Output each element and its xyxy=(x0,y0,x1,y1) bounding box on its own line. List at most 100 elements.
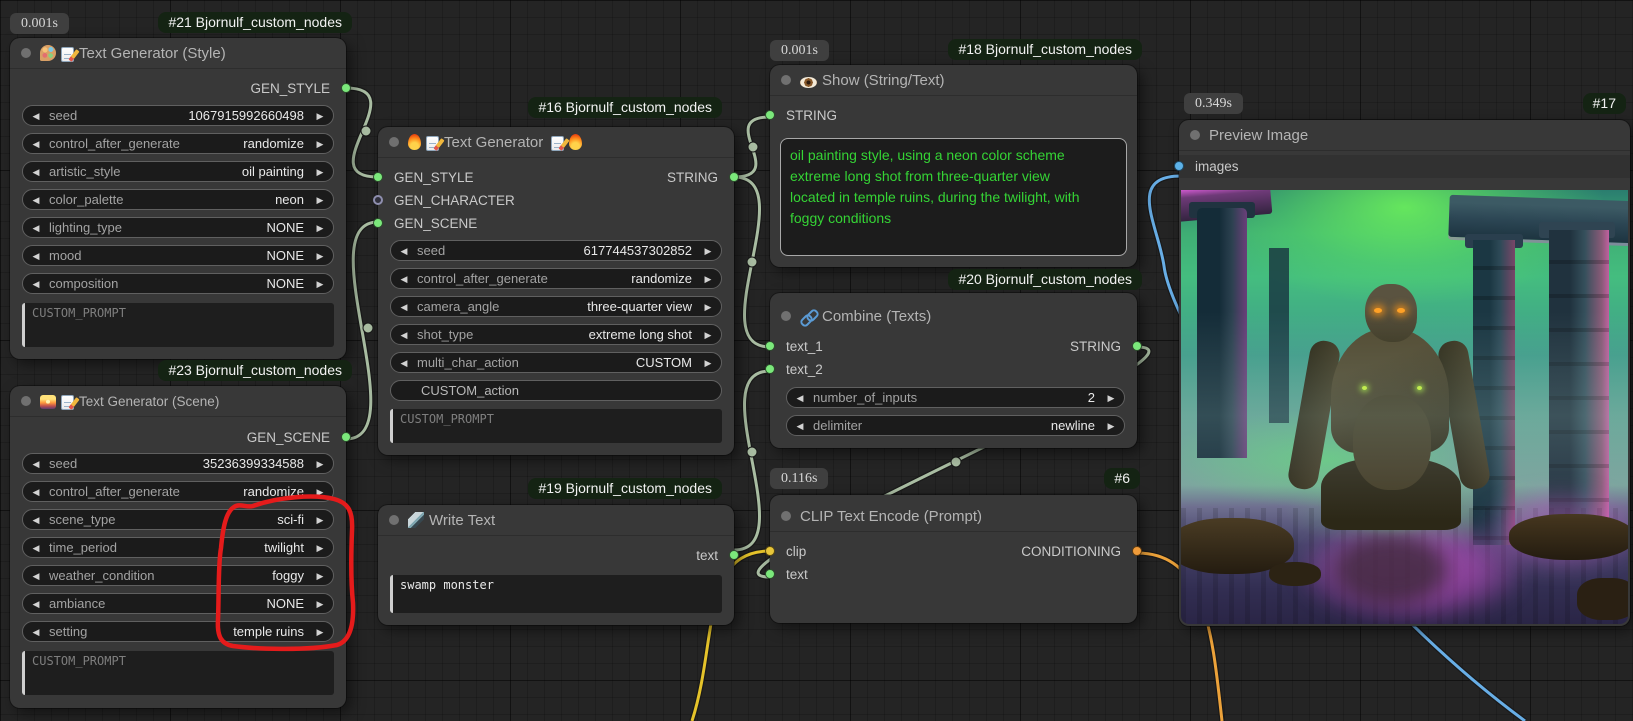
collapse-dot[interactable] xyxy=(781,75,791,85)
decrement-arrow-icon[interactable]: ◀ xyxy=(23,566,49,585)
node-header[interactable]: Preview Image xyxy=(1179,120,1630,151)
node-graph-canvas[interactable]: 0.001s #21 Bjornulf_custom_nodes #23 Bjo… xyxy=(0,0,1633,721)
increment-arrow-icon[interactable]: ▶ xyxy=(695,241,721,260)
increment-arrow-icon[interactable]: ▶ xyxy=(307,482,333,501)
widget-value[interactable]: randomize xyxy=(180,134,307,153)
input-slot-gen-scene[interactable] xyxy=(373,218,383,228)
increment-arrow-icon[interactable]: ▶ xyxy=(307,594,333,613)
preview-image[interactable] xyxy=(1181,190,1628,624)
decrement-arrow-icon[interactable]: ◀ xyxy=(391,353,417,372)
increment-arrow-icon[interactable]: ▶ xyxy=(307,218,333,237)
widget-value[interactable]: 35236399334588 xyxy=(77,454,307,473)
widget-color-palette[interactable]: ◀ color_palette neon ▶ xyxy=(22,189,334,210)
node-header[interactable]: Text Generator (Scene) xyxy=(10,386,346,417)
widget-custom-action[interactable]: CUSTOM_action xyxy=(390,380,722,401)
input-slot-text[interactable] xyxy=(765,569,775,579)
widget-control-after-generate[interactable]: ◀ control_after_generate randomize ▶ xyxy=(22,133,334,154)
output-slot-string[interactable] xyxy=(1132,341,1142,351)
widget-setting[interactable]: ◀ setting temple ruins ▶ xyxy=(22,621,334,642)
widget-control-after-generate[interactable]: ◀ control_after_generate randomize ▶ xyxy=(22,481,334,502)
node-clip-text-encode[interactable]: CLIP Text Encode (Prompt) clip CONDITION… xyxy=(770,495,1137,623)
node-text-generator[interactable]: Text Generator GEN_STYLE STRING GEN_CHAR… xyxy=(378,127,734,455)
widget-value[interactable]: 1067915992660498 xyxy=(77,106,307,125)
widget-value[interactable]: three-quarter view xyxy=(499,297,695,316)
widget-value[interactable]: neon xyxy=(123,190,307,209)
widget-scene-type[interactable]: ◀ scene_type sci-fi ▶ xyxy=(22,509,334,530)
node-preview-image[interactable]: Preview Image images xyxy=(1179,120,1630,626)
increment-arrow-icon[interactable]: ▶ xyxy=(695,325,721,344)
decrement-arrow-icon[interactable]: ◀ xyxy=(23,246,49,265)
decrement-arrow-icon[interactable]: ◀ xyxy=(23,622,49,641)
custom-prompt-textarea[interactable]: CUSTOM_PROMPT xyxy=(390,409,722,443)
decrement-arrow-icon[interactable]: ◀ xyxy=(23,134,49,153)
node-write-text[interactable]: Write Text text swamp monster xyxy=(378,505,734,625)
widget-value[interactable]: temple ruins xyxy=(87,622,307,641)
increment-arrow-icon[interactable]: ▶ xyxy=(307,162,333,181)
increment-arrow-icon[interactable]: ▶ xyxy=(307,274,333,293)
increment-arrow-icon[interactable]: ▶ xyxy=(307,134,333,153)
output-slot-gen-scene[interactable] xyxy=(341,432,351,442)
decrement-arrow-icon[interactable]: ◀ xyxy=(23,190,49,209)
widget-artistic-style[interactable]: ◀ artistic_style oil painting ▶ xyxy=(22,161,334,182)
widget-number-of-inputs[interactable]: ◀ number_of_inputs 2 ▶ xyxy=(786,387,1125,408)
node-header[interactable]: Text Generator xyxy=(378,127,734,158)
decrement-arrow-icon[interactable]: ◀ xyxy=(391,269,417,288)
increment-arrow-icon[interactable]: ▶ xyxy=(307,106,333,125)
widget-mood[interactable]: ◀ mood NONE ▶ xyxy=(22,245,334,266)
widget-shot-type[interactable]: ◀ shot_type extreme long shot ▶ xyxy=(390,324,722,345)
increment-arrow-icon[interactable]: ▶ xyxy=(695,269,721,288)
input-slot-text-2[interactable] xyxy=(765,364,775,374)
collapse-dot[interactable] xyxy=(389,515,399,525)
node-header[interactable]: Combine (Texts) xyxy=(770,301,1137,331)
widget-value[interactable]: NONE xyxy=(105,594,307,613)
decrement-arrow-icon[interactable]: ◀ xyxy=(23,106,49,125)
widget-seed[interactable]: ◀ seed 35236399334588 ▶ xyxy=(22,453,334,474)
node-text-generator-scene[interactable]: Text Generator (Scene) GEN_SCENE ◀ seed … xyxy=(10,386,346,708)
widget-lighting-type[interactable]: ◀ lighting_type NONE ▶ xyxy=(22,217,334,238)
increment-arrow-icon[interactable]: ▶ xyxy=(307,190,333,209)
decrement-arrow-icon[interactable]: ◀ xyxy=(23,162,49,181)
show-text-output[interactable]: oil painting style, using a neon color s… xyxy=(780,138,1127,256)
output-slot-conditioning[interactable] xyxy=(1132,546,1142,556)
input-slot-string[interactable] xyxy=(765,110,775,120)
increment-arrow-icon[interactable]: ▶ xyxy=(307,538,333,557)
custom-prompt-textarea[interactable]: CUSTOM_PROMPT xyxy=(22,303,334,347)
node-header[interactable]: Text Generator (Style) xyxy=(10,38,346,69)
node-combine-texts[interactable]: Combine (Texts) text_1 STRING text_2 ◀ n… xyxy=(770,293,1137,448)
increment-arrow-icon[interactable]: ▶ xyxy=(695,353,721,372)
collapse-dot[interactable] xyxy=(389,137,399,147)
input-slot-clip[interactable] xyxy=(765,546,775,556)
decrement-arrow-icon[interactable]: ◀ xyxy=(787,388,813,407)
collapse-dot[interactable] xyxy=(21,48,31,58)
output-slot-string[interactable] xyxy=(729,172,739,182)
node-header[interactable]: Write Text xyxy=(378,505,734,536)
decrement-arrow-icon[interactable]: ◀ xyxy=(23,274,49,293)
widget-value[interactable]: randomize xyxy=(180,482,307,501)
increment-arrow-icon[interactable]: ▶ xyxy=(1098,416,1124,435)
increment-arrow-icon[interactable]: ▶ xyxy=(695,297,721,316)
widget-value[interactable]: sci-fi xyxy=(116,510,308,529)
increment-arrow-icon[interactable]: ▶ xyxy=(1098,388,1124,407)
widget-value[interactable]: newline xyxy=(862,416,1098,435)
input-slot-gen-character[interactable] xyxy=(373,195,383,205)
increment-arrow-icon[interactable]: ▶ xyxy=(307,566,333,585)
decrement-arrow-icon[interactable]: ◀ xyxy=(23,594,49,613)
collapse-dot[interactable] xyxy=(21,396,31,406)
widget-value[interactable]: NONE xyxy=(122,218,307,237)
widget-composition[interactable]: ◀ composition NONE ▶ xyxy=(22,273,334,294)
input-slot-gen-style[interactable] xyxy=(373,172,383,182)
decrement-arrow-icon[interactable]: ◀ xyxy=(787,416,813,435)
decrement-arrow-icon[interactable]: ◀ xyxy=(391,241,417,260)
decrement-arrow-icon[interactable]: ◀ xyxy=(23,482,49,501)
widget-value[interactable]: oil painting xyxy=(121,162,307,181)
output-slot-text[interactable] xyxy=(729,550,739,560)
node-show-string-text[interactable]: Show (String/Text) STRING oil painting s… xyxy=(770,65,1137,267)
decrement-arrow-icon[interactable]: ◀ xyxy=(23,538,49,557)
widget-value[interactable]: foggy xyxy=(155,566,307,585)
node-text-generator-style[interactable]: Text Generator (Style) GEN_STYLE ◀ seed … xyxy=(10,38,346,359)
input-slot-text-1[interactable] xyxy=(765,341,775,351)
widget-value[interactable]: extreme long shot xyxy=(473,325,695,344)
widget-control-after-generate[interactable]: ◀ control_after_generate randomize ▶ xyxy=(390,268,722,289)
widget-multi-char-action[interactable]: ◀ multi_char_action CUSTOM ▶ xyxy=(390,352,722,373)
output-slot-gen-style[interactable] xyxy=(341,83,351,93)
